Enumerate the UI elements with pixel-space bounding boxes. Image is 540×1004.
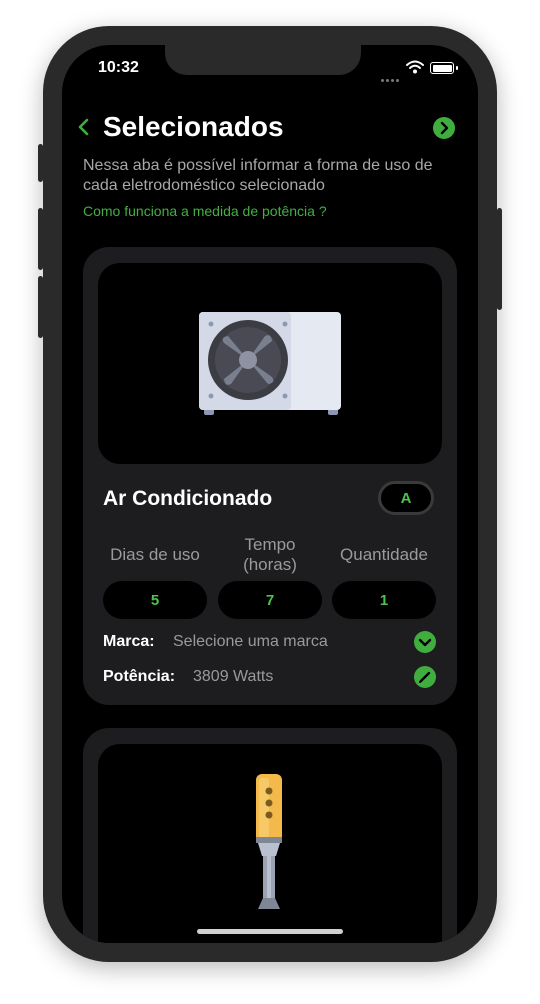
days-of-use-input[interactable]: 5 xyxy=(103,581,207,619)
battery-cap xyxy=(456,66,458,70)
status-time: 10:32 xyxy=(98,59,139,76)
back-chevron-icon[interactable] xyxy=(76,117,90,137)
wifi-icon xyxy=(406,60,424,74)
battery-icon xyxy=(430,62,454,74)
brand-dropdown-button[interactable] xyxy=(414,631,436,653)
appliance-image xyxy=(98,263,442,464)
notch xyxy=(165,45,361,75)
time-hours-label: Tempo (horas) xyxy=(243,535,297,574)
appliance-card: Ar Condicionado A Dias de uso Tempo (hor… xyxy=(83,247,457,705)
time-hours-input[interactable]: 7 xyxy=(218,581,322,619)
home-indicator[interactable] xyxy=(197,929,343,934)
volume-down-button xyxy=(38,276,43,338)
chevron-right-icon xyxy=(440,121,449,135)
quantity-input[interactable]: 1 xyxy=(332,581,436,619)
appliance-image xyxy=(98,744,442,943)
power-help-link[interactable]: Como funciona a medida de potência ? xyxy=(83,203,327,219)
energy-class-badge[interactable]: A xyxy=(378,481,434,515)
brand-select[interactable]: Selecione uma marca xyxy=(173,633,328,651)
hand-blender-icon xyxy=(256,774,282,909)
page-description: Nessa aba é possível informar a forma de… xyxy=(83,157,433,194)
edit-power-button[interactable] xyxy=(414,666,436,688)
mute-switch xyxy=(38,144,43,182)
quantity-label: Quantidade xyxy=(340,545,428,564)
days-of-use-label: Dias de uso xyxy=(110,545,200,564)
power-label: Potência: xyxy=(103,668,176,685)
power-value: 3809 Watts xyxy=(193,668,274,685)
page-title: Selecionados xyxy=(103,111,284,142)
volume-up-button xyxy=(38,208,43,270)
next-button[interactable] xyxy=(433,117,455,139)
appliance-name: Ar Condicionado xyxy=(103,487,273,510)
pencil-icon xyxy=(419,671,431,683)
brand-label: Marca: xyxy=(103,633,155,650)
power-button xyxy=(497,208,502,310)
app-screen: 10:32 Selecionados Nessa aba é possível … xyxy=(62,45,478,943)
appliance-card xyxy=(83,728,457,943)
cellular-signal-icon xyxy=(381,69,401,87)
chevron-down-icon xyxy=(418,638,432,647)
air-conditioner-icon xyxy=(199,312,341,415)
